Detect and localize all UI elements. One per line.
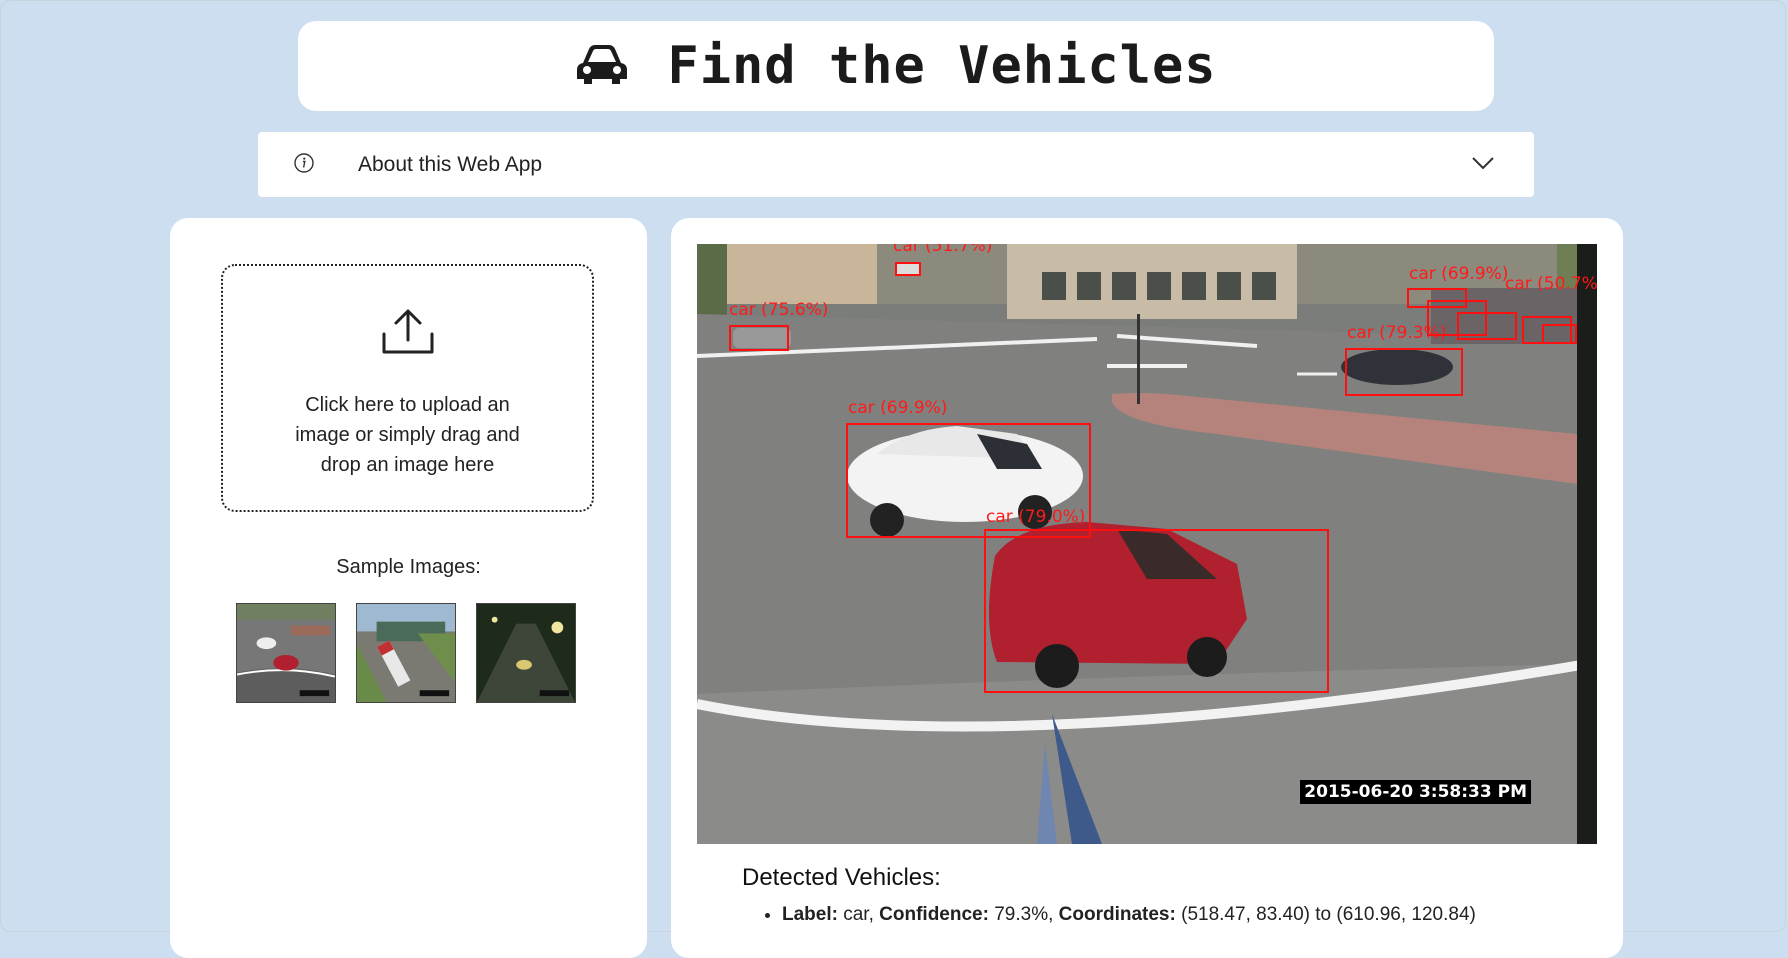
sample-image-1[interactable] [236,603,336,703]
info-icon [292,151,358,179]
samples-title: Sample Images: [336,556,481,578]
bounding-box [895,262,921,276]
bounding-box-label: car (51.7%) [893,244,993,256]
confidence-key: Confidence: [879,904,989,925]
upload-icon [380,266,436,360]
about-label: About this Web App [358,152,543,176]
sample-image-2[interactable] [356,603,456,703]
confidence-value: 79.3% [994,904,1049,925]
label-key: Label: [782,904,838,925]
camera-timestamp: 2015-06-20 3:58:33 PM [1300,780,1531,804]
upload-instructions: Click here to upload an image or simply … [295,394,520,476]
detections-title: Detected Vehicles: [742,864,941,891]
chevron-down-icon[interactable] [1470,155,1496,175]
detections-list: Label: car, Confidence: 79.3%, Coordinat… [742,904,1476,926]
car-icon [575,43,629,89]
upload-dropzone[interactable]: Click here to upload an image or simply … [221,264,594,512]
label-value: car [843,904,869,925]
bounding-box-label: car (69.9%) [1409,264,1509,284]
about-expander[interactable]: About this Web App [258,132,1534,197]
upload-panel: Click here to upload an image or simply … [170,218,647,958]
bounding-box [984,529,1329,693]
bounding-box [1345,348,1463,396]
bounding-box [1457,312,1517,340]
result-panel: car (51.7%) car (75.6%) car (69.9%) car … [671,218,1623,958]
coordinates-key: Coordinates: [1058,904,1176,925]
title-card: Find the Vehicles [298,21,1494,111]
bounding-box-label: car (79.0%) [986,507,1086,527]
sample-image-3[interactable] [476,603,576,703]
sample-images [236,603,576,703]
bounding-box [729,325,789,351]
detection-item: Label: car, Confidence: 79.3%, Coordinat… [782,904,1476,926]
bounding-box [1542,324,1577,344]
coordinates-value: (518.47, 83.40) to (610.96, 120.84) [1181,904,1476,925]
bounding-box-label: car (75.6%) [729,300,829,320]
bounding-box-label: car (69.9%) [848,398,948,418]
bounding-box-label: car (50.7%) [1505,274,1597,294]
detection-image: car (51.7%) car (75.6%) car (69.9%) car … [697,244,1597,844]
page-title: Find the Vehicles [667,36,1217,96]
